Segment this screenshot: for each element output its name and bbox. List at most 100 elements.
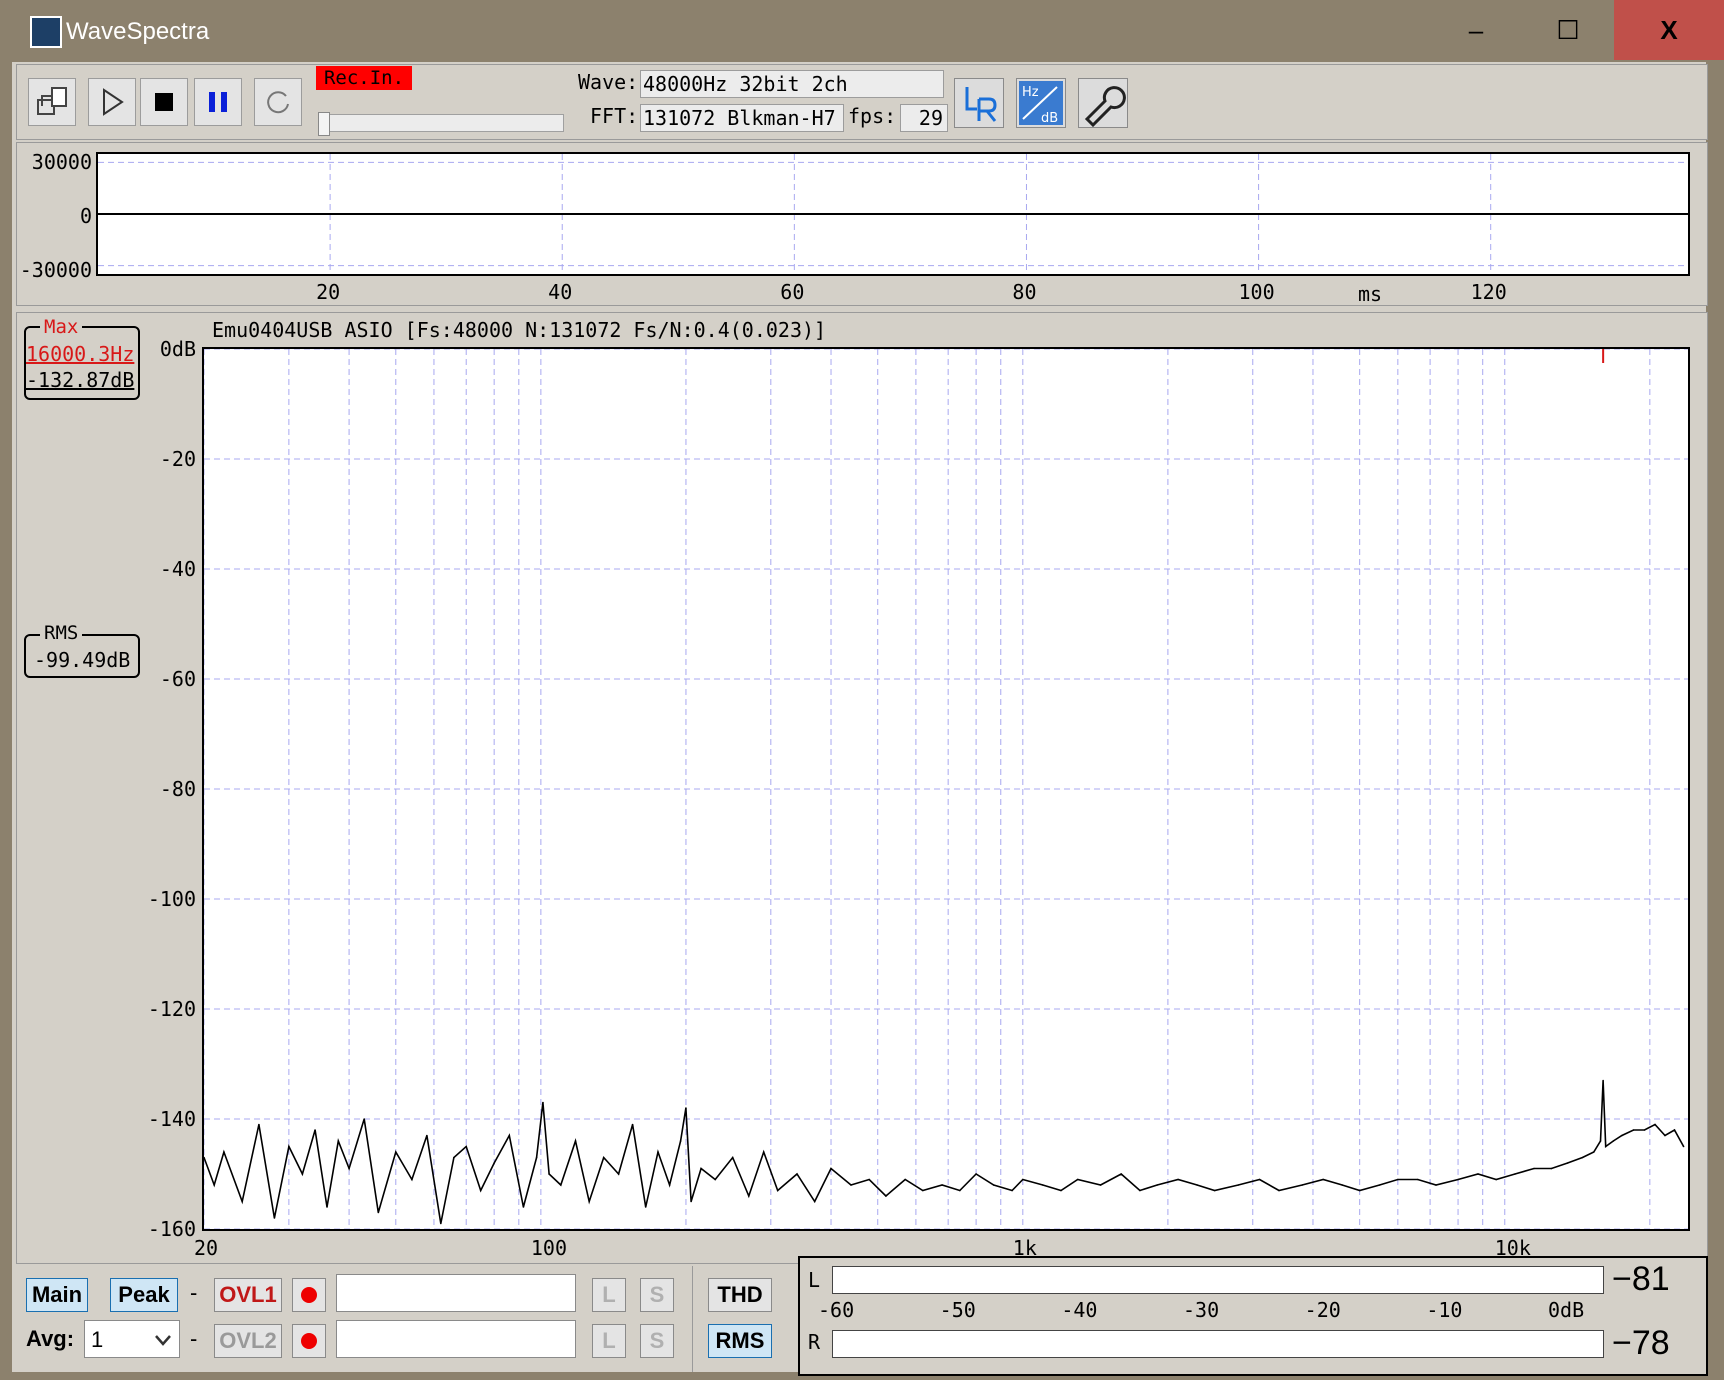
ovl1-s-button[interactable]: S bbox=[640, 1278, 674, 1312]
spectrum-data-point bbox=[273, 1217, 276, 1219]
ovl2-left-button[interactable]: L bbox=[592, 1324, 626, 1358]
svg-text:Hz: Hz bbox=[1022, 85, 1039, 100]
thd-button[interactable]: THD bbox=[708, 1278, 772, 1312]
spectrum-data-point bbox=[631, 1123, 634, 1126]
spectrum-data-point bbox=[668, 1184, 671, 1186]
peak-button[interactable]: Peak bbox=[110, 1278, 178, 1312]
spectrum-data-point bbox=[1156, 1184, 1158, 1186]
spectrum-data-point bbox=[1358, 1189, 1361, 1192]
meter-right-value: −78 bbox=[1612, 1324, 1670, 1362]
spectrum-data-point bbox=[560, 1184, 562, 1186]
ovl2-s-button[interactable]: S bbox=[640, 1324, 674, 1358]
spectrum-data-point bbox=[479, 1189, 482, 1192]
level-slider-thumb[interactable] bbox=[318, 112, 330, 136]
export-button[interactable] bbox=[28, 78, 76, 126]
settings-button[interactable] bbox=[1078, 78, 1128, 128]
wave-y-label: 30000 bbox=[31, 150, 92, 174]
spectrum-data-point bbox=[1416, 1178, 1419, 1181]
level-slider-track[interactable] bbox=[326, 114, 564, 132]
spectrum-plot[interactable] bbox=[202, 347, 1690, 1231]
spectrum-data-point bbox=[1258, 1178, 1261, 1181]
pause-button[interactable] bbox=[194, 78, 242, 126]
wave-x-unit: ms bbox=[1358, 282, 1383, 306]
spectrum-data-point bbox=[1397, 1178, 1399, 1181]
spectrum-data-point bbox=[1643, 1129, 1646, 1131]
hz-db-button[interactable]: Hz dB bbox=[1016, 78, 1066, 128]
ovl1-button[interactable]: OVL1 bbox=[214, 1278, 282, 1312]
spectrum-data-point bbox=[213, 1184, 216, 1186]
play-button[interactable] bbox=[88, 78, 136, 126]
wave-x-tick-label: 60 bbox=[780, 280, 805, 304]
spectrum-data-point bbox=[1278, 1189, 1280, 1192]
meter-scale-label: -50 bbox=[939, 1298, 976, 1322]
spectrum-data-point bbox=[690, 1200, 692, 1203]
spectrum-data-point bbox=[762, 1151, 765, 1153]
close-button[interactable]: X bbox=[1614, 0, 1724, 60]
spectrum-data-point bbox=[326, 1206, 328, 1208]
spectrum-data-point bbox=[1673, 1129, 1676, 1131]
spectrum-data-point bbox=[747, 1195, 750, 1197]
rec-in-indicator[interactable]: Rec.In. bbox=[316, 66, 412, 90]
spectrum-data-point bbox=[1533, 1167, 1535, 1170]
spectrum-data-point bbox=[508, 1134, 511, 1137]
main-button[interactable]: Main bbox=[26, 1278, 88, 1312]
minimize-button[interactable]: ‒ bbox=[1430, 0, 1522, 60]
pause-icon bbox=[209, 92, 227, 112]
chevron-down-icon bbox=[155, 1335, 171, 1346]
maximize-button[interactable]: ☐ bbox=[1522, 0, 1614, 60]
spectrum-data-point bbox=[1654, 1123, 1656, 1126]
rms-label: RMS bbox=[40, 622, 83, 644]
spectrum-data-point bbox=[1041, 1184, 1044, 1186]
settings-wrench-icon bbox=[1084, 86, 1126, 128]
spectrum-data-point bbox=[465, 1145, 468, 1148]
ovl2-text-field[interactable] bbox=[336, 1320, 576, 1358]
spectrum-data-point bbox=[1139, 1189, 1141, 1192]
spectrum-data-point bbox=[288, 1145, 290, 1148]
ovl2-button[interactable]: OVL2 bbox=[214, 1324, 282, 1358]
record-2-button[interactable] bbox=[292, 1324, 326, 1358]
spectrum-data-point bbox=[241, 1200, 243, 1203]
spectrum-data-point bbox=[377, 1211, 380, 1214]
spectrum-data-point bbox=[1566, 1162, 1569, 1164]
record-1-button[interactable] bbox=[292, 1278, 326, 1312]
wave-format-field: 48000Hz 32bit 2ch bbox=[640, 70, 944, 98]
spectrum-data-point bbox=[657, 1151, 659, 1153]
window-title: WaveSpectra bbox=[66, 18, 210, 45]
app-icon bbox=[30, 16, 62, 48]
spectrum-data-point bbox=[314, 1129, 316, 1131]
spectrum-data-point bbox=[1602, 1079, 1604, 1082]
avg-label: Avg: bbox=[26, 1326, 75, 1351]
rms-button[interactable]: RMS bbox=[708, 1324, 772, 1358]
avg-select[interactable]: 1 bbox=[84, 1320, 180, 1358]
max-level: -132.87dB bbox=[26, 368, 135, 392]
spectrum-data-point bbox=[1060, 1189, 1062, 1192]
waveform-plot[interactable] bbox=[96, 152, 1690, 276]
spectrum-data-point bbox=[1477, 1173, 1479, 1175]
spectrum-y-tick-label: 0dB bbox=[159, 337, 196, 361]
spectrum-y-tick-label: -140 bbox=[147, 1107, 196, 1131]
spectrum-data-point bbox=[714, 1178, 716, 1181]
spectrum-data-point bbox=[1301, 1184, 1304, 1186]
spectrum-data-point bbox=[1435, 1184, 1437, 1186]
spectrum-data-point bbox=[1099, 1184, 1102, 1186]
stop-button[interactable] bbox=[140, 78, 188, 126]
ovl1-text-field[interactable] bbox=[336, 1274, 576, 1312]
hz-db-icon: HzdB bbox=[1019, 81, 1063, 126]
spectrum-data-point bbox=[440, 1222, 442, 1225]
meter-right-bar bbox=[832, 1330, 1604, 1358]
spectrum-data-point bbox=[301, 1173, 304, 1175]
spectrum-y-tick-label: -20 bbox=[159, 447, 196, 471]
spectrum-data-point bbox=[685, 1107, 687, 1109]
spectrum-data-point bbox=[1612, 1140, 1615, 1142]
spectrum-data-point bbox=[679, 1140, 682, 1142]
spectrum-data-point bbox=[885, 1195, 887, 1197]
spectrum-data-point bbox=[1341, 1184, 1344, 1186]
spectrum-data-point bbox=[1621, 1134, 1623, 1137]
spectrum-data-point bbox=[700, 1167, 702, 1170]
lr-channel-button[interactable] bbox=[954, 78, 1004, 128]
refresh-button[interactable] bbox=[254, 78, 302, 126]
fft-setting-field[interactable]: 131072 Blkman-H7 bbox=[640, 104, 844, 132]
ovl1-left-button[interactable]: L bbox=[592, 1278, 626, 1312]
spectrum-data-point bbox=[394, 1151, 397, 1153]
spectrum-data-point bbox=[958, 1189, 961, 1192]
